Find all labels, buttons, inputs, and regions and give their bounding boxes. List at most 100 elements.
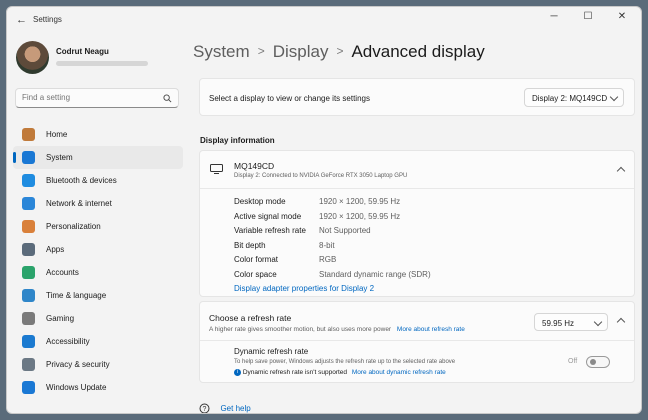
chevron-up-icon[interactable] [616, 166, 626, 176]
search-icon[interactable] [163, 94, 172, 103]
sidebar-item-time-language[interactable]: Time & language [13, 284, 183, 307]
chevron-down-icon [593, 317, 603, 327]
update-icon [22, 381, 35, 394]
sidebar-item-label: Accounts [46, 268, 79, 277]
select-display-label: Select a display to view or change its s… [209, 94, 370, 103]
shield-icon [22, 358, 35, 371]
select-display-card: Select a display to view or change its s… [199, 78, 635, 116]
page-title: Advanced display [351, 42, 485, 61]
get-help-row[interactable]: ? Get help [199, 400, 251, 413]
sidebar-item-system[interactable]: System [13, 146, 183, 169]
display-select-dropdown[interactable]: Display 2: MQ149CD [524, 88, 624, 107]
sidebar-nav: Home System Bluetooth & devices Network & i… [13, 123, 183, 399]
info-row-label: Desktop mode [234, 197, 286, 206]
dynamic-refresh-desc: To help save power, Windows adjusts the … [234, 359, 456, 365]
info-row-label: Color format [234, 255, 279, 264]
monitor-icon [210, 164, 223, 174]
info-row-value: Standard dynamic range (SDR) [319, 269, 431, 279]
sidebar-item-home[interactable]: Home [13, 123, 183, 146]
info-row-value: Not Supported [319, 226, 371, 235]
info-row-label: Bit depth [234, 240, 266, 250]
help-icon: ? [199, 403, 210, 413]
sidebar-item-accessibility[interactable]: Accessibility [13, 330, 183, 353]
display-info-card: MQ149CD Display 2: Connected to NVIDIA G… [199, 150, 635, 297]
info-row-value: 1920 × 1200, 59.95 Hz [319, 197, 401, 206]
info-row-label: Active signal mode [234, 211, 302, 221]
sidebar-item-gaming[interactable]: Gaming [13, 307, 183, 330]
sidebar-item-label: Apps [46, 245, 65, 254]
sidebar-item-windows-update[interactable]: Windows Update [13, 376, 183, 399]
sidebar-item-accounts[interactable]: Accounts [13, 261, 183, 284]
chevron-right-icon: > [257, 44, 265, 58]
display-info-header[interactable]: MQ149CD Display 2: Connected to NVIDIA G… [200, 151, 634, 189]
bluetooth-icon [22, 174, 35, 187]
display-select-value: Display 2: MQ149CD [532, 94, 608, 103]
sidebar-item-network-internet[interactable]: Network & internet [13, 192, 183, 215]
sidebar-item-label: Network & internet [46, 199, 112, 208]
minimize-icon[interactable]: ─ [539, 7, 569, 29]
info-row-label: Color space [234, 269, 277, 279]
get-help-link[interactable]: Get help [220, 404, 250, 413]
sidebar-item-personalization[interactable]: Personalization [13, 215, 183, 238]
adapter-properties-link[interactable]: Display adapter properties for Display 2 [234, 284, 374, 293]
globe-icon [22, 289, 35, 302]
info-icon: i [234, 369, 241, 376]
search-box[interactable] [15, 88, 179, 108]
refresh-rate-subtitle: A higher rate gives smoother motion, but… [209, 326, 392, 333]
search-input[interactable] [22, 93, 152, 102]
system-icon [22, 151, 35, 164]
refresh-rate-dropdown[interactable]: 59.95 Hz [534, 313, 608, 331]
close-icon[interactable]: ✕ [607, 7, 637, 29]
maximize-icon[interactable]: ☐ [573, 7, 603, 29]
sidebar-item-label: System [46, 153, 73, 162]
sidebar-item-label: Accessibility [46, 337, 90, 346]
sidebar-item-label: Home [46, 130, 68, 139]
chevron-right-icon: > [336, 44, 344, 58]
settings-window: ← Settings ─ ☐ ✕ Codrut Neagu Home System… [6, 6, 642, 414]
breadcrumb-display[interactable]: Display [273, 42, 329, 61]
dynamic-refresh-toggle[interactable] [586, 356, 610, 368]
info-row-value: 1920 × 1200, 59.95 Hz [319, 211, 401, 221]
accessibility-icon [22, 335, 35, 348]
svg-text:?: ? [203, 406, 207, 413]
sidebar-item-label: Privacy & security [46, 360, 110, 369]
refresh-rate-title: Choose a refresh rate [209, 313, 292, 323]
chevron-down-icon [609, 92, 619, 102]
sidebar-item-label: Personalization [46, 222, 101, 231]
dynamic-refresh-note: Dynamic refresh rate isn't supported [242, 369, 348, 377]
title-bar: ← Settings ─ ☐ ✕ [7, 7, 641, 33]
accounts-icon [22, 266, 35, 279]
breadcrumb: System > Display > Advanced display [193, 42, 485, 62]
brush-icon [22, 220, 35, 233]
info-row-value: 8-bit [319, 240, 335, 250]
sidebar-item-label: Windows Update [46, 383, 107, 392]
apps-icon [22, 243, 35, 256]
sidebar: Codrut Neagu Home System Bluetooth & devic… [7, 33, 189, 413]
sidebar-item-bluetooth-devices[interactable]: Bluetooth & devices [13, 169, 183, 192]
sidebar-item-privacy-security[interactable]: Privacy & security [13, 353, 183, 376]
network-icon [22, 197, 35, 210]
display-info-heading: Display information [200, 136, 275, 145]
monitor-name: MQ149CD [234, 161, 275, 171]
refresh-rate-card: Choose a refresh rate A higher rate give… [199, 301, 635, 383]
refresh-rate-value: 59.95 Hz [542, 319, 575, 328]
user-email-blurred [56, 61, 148, 66]
avatar[interactable] [16, 41, 49, 74]
user-name: Codrut Neagu [56, 47, 109, 56]
refresh-rate-link[interactable]: More about refresh rate [397, 326, 465, 333]
main-content: System > Display > Advanced display Select a… [193, 33, 641, 413]
home-icon [22, 128, 35, 141]
sidebar-item-label: Time & language [46, 291, 107, 300]
monitor-connection: Display 2: Connected to NVIDIA GeForce R… [234, 173, 408, 179]
back-arrow-icon[interactable]: ← [16, 13, 30, 27]
breadcrumb-system[interactable]: System [193, 42, 250, 61]
dynamic-refresh-link[interactable]: More about dynamic refresh rate [352, 369, 446, 376]
sidebar-item-label: Bluetooth & devices [46, 176, 117, 185]
dynamic-refresh-state: Off [568, 358, 578, 365]
sidebar-item-label: Gaming [46, 314, 75, 323]
dynamic-refresh-title: Dynamic refresh rate [234, 347, 309, 356]
chevron-up-icon[interactable] [616, 317, 626, 327]
sidebar-item-apps[interactable]: Apps [13, 238, 183, 261]
info-row-value: RGB [319, 255, 337, 264]
gaming-icon [22, 312, 35, 325]
